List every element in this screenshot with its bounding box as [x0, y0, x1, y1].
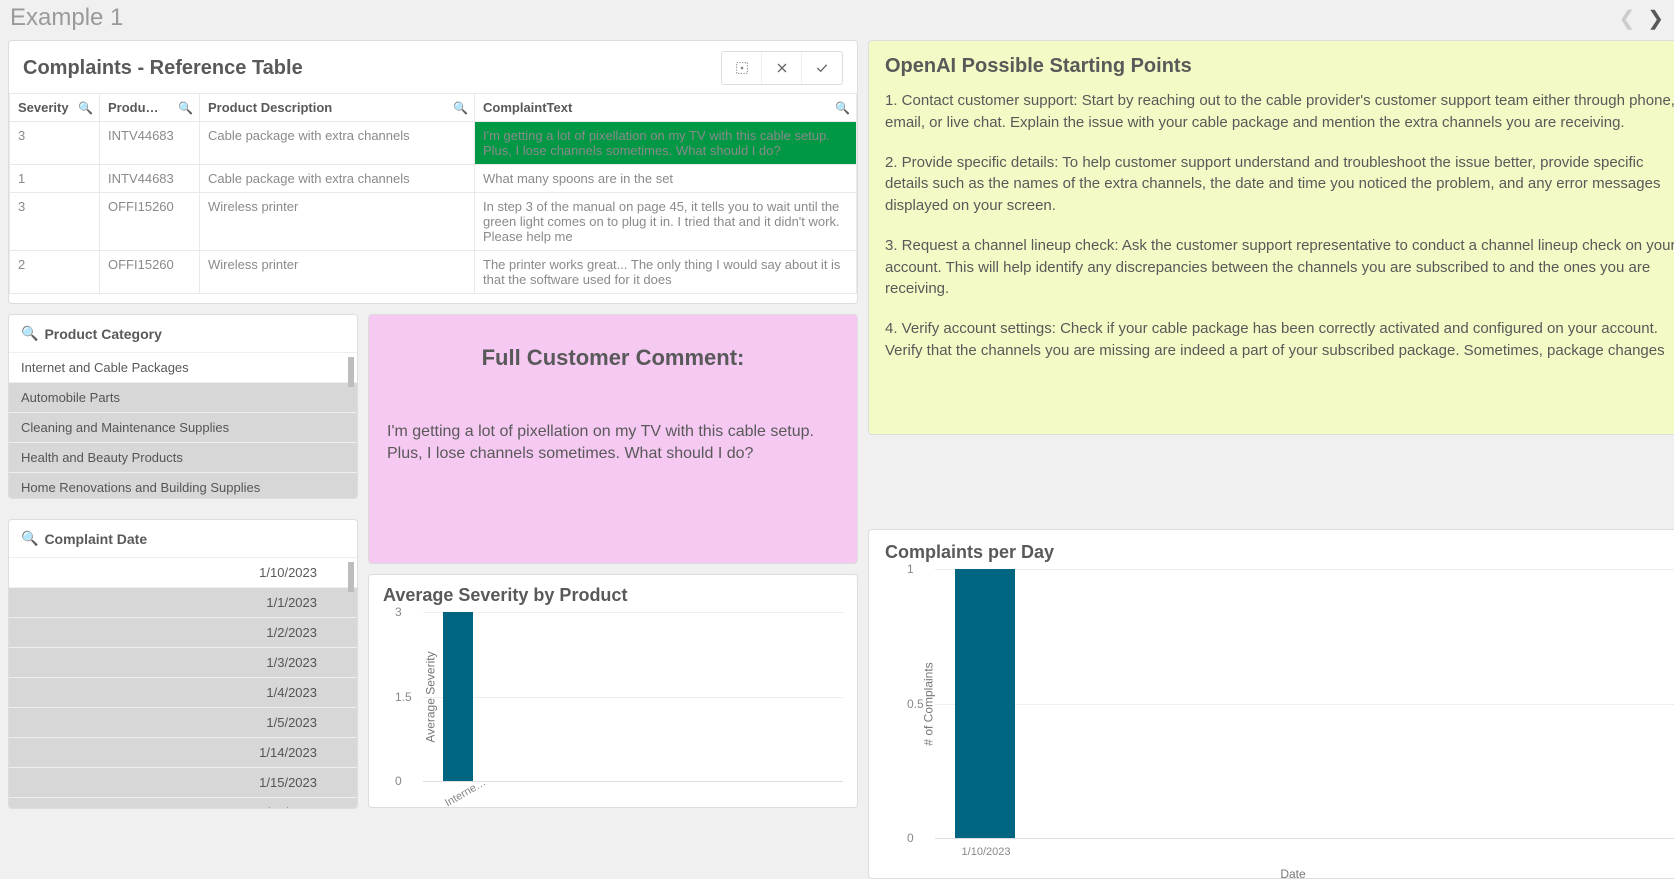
table-row[interactable]: 1INTV44683Cable package with extra chann…	[10, 165, 857, 193]
chart-bar[interactable]	[955, 569, 1015, 838]
next-sheet-button[interactable]: ❯	[1647, 6, 1664, 31]
comment-title: Full Customer Comment:	[387, 345, 839, 371]
col-label: Produ…	[108, 100, 159, 115]
col-label: ComplaintText	[483, 100, 572, 115]
cancel-selection-button[interactable]	[762, 52, 802, 84]
ai-paragraph: 3. Request a channel lineup check: Ask t…	[885, 235, 1674, 300]
list-item[interactable]: Health and Beauty Products	[9, 442, 357, 472]
cell-product[interactable]: INTV44683	[100, 165, 200, 193]
ai-title: OpenAI Possible Starting Points	[885, 55, 1674, 78]
x-axis-label: Date	[885, 867, 1674, 879]
ref-data-table[interactable]: Severity 🔍 Produ… 🔍 Product Description 🔍 C…	[9, 93, 857, 294]
complaint-date-filter: 🔍 Complaint Date 1/10/20231/1/20231/2/20…	[8, 519, 358, 809]
y-tick: 0	[395, 774, 402, 788]
y-tick: 1.5	[395, 690, 412, 704]
list-item[interactable]: Cleaning and Maintenance Supplies	[9, 412, 357, 442]
search-icon[interactable]: 🔍	[78, 101, 93, 115]
y-tick: 3	[395, 605, 402, 619]
ai-paragraph: 1. Contact customer support: Start by re…	[885, 90, 1674, 134]
search-icon[interactable]: 🔍	[21, 325, 38, 342]
product-category-filter: 🔍 Product Category Internet and Cable Pa…	[8, 314, 358, 499]
table-header-row: Severity 🔍 Produ… 🔍 Product Description 🔍 C…	[10, 94, 857, 122]
x-category: 1/10/2023	[941, 846, 1031, 858]
ai-body[interactable]: 1. Contact customer support: Start by re…	[885, 90, 1674, 420]
cell-complaint-text[interactable]: I'm getting a lot of pixellation on my T…	[475, 122, 857, 165]
search-icon[interactable]: 🔍	[21, 530, 38, 547]
col-severity[interactable]: Severity 🔍	[10, 94, 100, 122]
cell-complaint-text[interactable]: What many spoons are in the set	[475, 165, 857, 193]
list-item[interactable]: Internet and Cable Packages	[9, 352, 357, 382]
list-item[interactable]: 1/14/2023	[9, 737, 357, 767]
cell-product[interactable]: INTV44683	[100, 122, 200, 165]
col-product[interactable]: Produ… 🔍	[100, 94, 200, 122]
sheet-nav: ❮ ❯	[1618, 6, 1664, 31]
severity-by-product-chart[interactable]: Average Severity by Product Average Seve…	[368, 574, 858, 808]
scrollbar[interactable]	[346, 355, 356, 495]
table-row[interactable]: 3OFFI15260Wireless printerIn step 3 of t…	[10, 193, 857, 251]
col-description[interactable]: Product Description 🔍	[200, 94, 475, 122]
cell-product[interactable]: OFFI15260	[100, 193, 200, 251]
list-item[interactable]: Automobile Parts	[9, 382, 357, 412]
scrollbar-thumb[interactable]	[348, 562, 354, 592]
list-item[interactable]: 1/4/2023	[9, 677, 357, 707]
ai-paragraph: 2. Provide specific details: To help cus…	[885, 152, 1674, 217]
date-title: Complaint Date	[44, 531, 147, 547]
cell-description[interactable]: Cable package with extra channels	[200, 122, 475, 165]
ai-paragraph: 4. Verify account settings: Check if you…	[885, 318, 1674, 362]
search-icon[interactable]: 🔍	[453, 101, 468, 115]
category-title: Product Category	[44, 326, 161, 342]
table-row[interactable]: 2OFFI15260Wireless printerThe printer wo…	[10, 251, 857, 294]
search-icon[interactable]: 🔍	[178, 101, 193, 115]
chart-plot-area: Average Severity 3 1.5 0 Interne…	[423, 612, 843, 782]
y-tick: 0.5	[907, 697, 924, 711]
day-chart-title: Complaints per Day	[885, 542, 1674, 563]
list-item[interactable]: 1/15/2023	[9, 767, 357, 797]
col-label: Product Description	[208, 100, 332, 115]
cell-product[interactable]: OFFI15260	[100, 251, 200, 294]
ref-table-title: Complaints - Reference Table	[23, 57, 303, 80]
comment-body: I'm getting a lot of pixellation on my T…	[387, 421, 839, 466]
list-item[interactable]: Home Renovations and Building Supplies	[9, 472, 357, 499]
scrollbar-thumb[interactable]	[348, 357, 354, 387]
cell-complaint-text[interactable]: In step 3 of the manual on page 45, it t…	[475, 193, 857, 251]
cell-severity[interactable]: 1	[10, 165, 100, 193]
cell-severity[interactable]: 3	[10, 122, 100, 165]
selection-tool-button[interactable]	[722, 52, 762, 84]
list-item[interactable]: 1/5/2023	[9, 707, 357, 737]
list-item[interactable]: 1/10/2023	[9, 557, 357, 587]
page-title: Example 1	[10, 4, 123, 32]
complaints-reference-table: Complaints - Reference Table Severity 🔍 P…	[8, 40, 858, 304]
cell-severity[interactable]: 3	[10, 193, 100, 251]
cell-severity[interactable]: 2	[10, 251, 100, 294]
cell-complaint-text[interactable]: The printer works great... The only thin…	[475, 251, 857, 294]
selection-toolbar	[721, 51, 843, 85]
ai-starting-points-panel: OpenAI Possible Starting Points 1. Conta…	[868, 40, 1674, 435]
cell-description[interactable]: Wireless printer	[200, 251, 475, 294]
prev-sheet-button: ❮	[1618, 6, 1635, 31]
chart-bar[interactable]	[443, 612, 473, 781]
selection-icon	[734, 60, 750, 76]
list-item[interactable]: 1/16/2023	[9, 797, 357, 809]
confirm-selection-button[interactable]	[802, 52, 842, 84]
search-icon[interactable]: 🔍	[835, 101, 850, 115]
complaints-per-day-chart[interactable]: Complaints per Day # of Complaints 1 0.5…	[868, 529, 1674, 879]
list-item[interactable]: 1/1/2023	[9, 587, 357, 617]
full-comment-panel: Full Customer Comment: I'm getting a lot…	[368, 314, 858, 564]
list-item[interactable]: 1/3/2023	[9, 647, 357, 677]
chart-plot-area: # of Complaints 1 0.5 0 1/10/2023	[935, 569, 1674, 839]
check-icon	[814, 60, 830, 76]
table-row[interactable]: 3INTV44683Cable package with extra chann…	[10, 122, 857, 165]
cell-description[interactable]: Cable package with extra channels	[200, 165, 475, 193]
scrollbar[interactable]	[346, 560, 356, 800]
cell-description[interactable]: Wireless printer	[200, 193, 475, 251]
col-complaint-text[interactable]: ComplaintText 🔍	[475, 94, 857, 122]
y-tick: 1	[907, 562, 914, 576]
y-tick: 0	[907, 831, 914, 845]
col-label: Severity	[18, 100, 69, 115]
sev-chart-title: Average Severity by Product	[383, 585, 843, 606]
close-icon	[774, 60, 790, 76]
list-item[interactable]: 1/2/2023	[9, 617, 357, 647]
